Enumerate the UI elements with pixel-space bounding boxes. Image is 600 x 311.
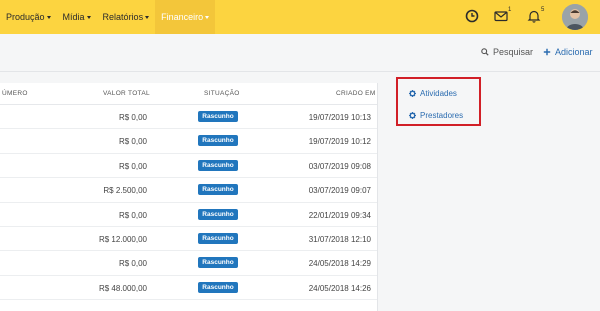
valor-total-cell: R$ 0,00 [118,210,147,220]
criado-em-cell: 19/07/2019 10:13 [308,113,371,122]
table-row[interactable]: R$ 0,00 Rascunho 22/01/2019 09:34 [0,203,377,227]
table-row[interactable]: R$ 2.500,00 Rascunho 03/07/2019 09:07 [0,178,377,203]
valor-total-cell: R$ 0,00 [118,259,147,269]
table-row[interactable]: R$ 0,00 Rascunho 24/05/2018 14:29 [0,251,377,276]
search-label: Pesquisar [493,47,534,57]
status-badge: Rascunho [198,111,238,122]
top-navbar: Produção Mídia Relatórios Financeiro 1 5 [0,0,600,34]
table-row[interactable]: R$ 48.000,00 Rascunho 24/05/2018 14:26 [0,276,377,301]
add-label: Adicionar [555,47,593,57]
nav-relatorios[interactable]: Relatórios [97,0,156,34]
search-button[interactable]: Pesquisar [481,47,533,57]
main-nav: Produção Mídia Relatórios Financeiro [0,0,216,34]
valor-total-cell: R$ 12.000,00 [98,234,147,244]
nav-label: Produção [6,12,45,22]
search-icon [481,48,489,56]
clock-icon [465,9,479,23]
envelope-icon [494,11,508,22]
criado-em-cell: 19/07/2019 10:12 [308,137,371,147]
nav-label: Relatórios [102,12,144,22]
caret-down-icon [205,15,210,19]
column-valor-total[interactable]: VALOR TOTAL [103,90,150,97]
nav-label: Financeiro [161,12,204,22]
plus-icon [543,48,551,56]
clock-button[interactable] [465,9,481,25]
caret-down-icon [46,15,51,19]
notifications-count: 5 [541,7,545,13]
criado-em-cell: 24/05/2018 14:29 [308,259,371,269]
criado-em-cell: 24/05/2018 14:26 [308,283,371,293]
messages-count: 1 [508,7,512,13]
status-badge: Rascunho [198,184,238,196]
criado-em-cell: 31/07/2018 12:10 [308,234,371,244]
table-header: ÚMERO VALOR TOTAL SITUAÇÃO CRIADO EM [0,83,377,105]
table-row[interactable]: R$ 0,00 Rascunho 19/07/2019 10:13 [0,105,377,130]
table-row[interactable]: R$ 0,00 Rascunho 19/07/2019 10:12 [0,129,377,154]
valor-total-cell: R$ 48.000,00 [98,283,147,293]
valor-total-cell: R$ 2.500,00 [103,186,147,196]
criado-em-cell: 03/07/2019 09:08 [308,161,371,171]
messages-button[interactable]: 1 [494,7,512,25]
user-photo-icon [562,4,588,30]
valor-total-cell: R$ 0,00 [118,161,147,171]
status-badge: Rascunho [198,257,238,269]
status-badge: Rascunho [198,135,238,147]
notifications-button[interactable]: 5 [527,7,545,25]
status-badge: Rascunho [198,208,238,220]
status-badge: Rascunho [198,281,238,293]
page-toolbar: Pesquisar Adicionar [0,34,600,72]
valor-total-cell: R$ 0,00 [118,113,147,122]
highlight-box [396,77,481,126]
column-numero[interactable]: ÚMERO [2,90,28,97]
table-row[interactable]: R$ 12.000,00 Rascunho 31/07/2018 12:10 [0,227,377,252]
nav-producao[interactable]: Produção [0,0,57,34]
table-row[interactable]: R$ 0,00 Rascunho 03/07/2019 09:08 [0,154,377,179]
caret-down-icon [145,15,150,19]
criado-em-cell: 03/07/2019 09:07 [308,186,371,196]
caret-down-icon [86,15,91,19]
add-button[interactable]: Adicionar [543,47,593,57]
nav-financeiro[interactable]: Financeiro [155,0,216,34]
status-badge: Rascunho [198,232,238,244]
nav-midia[interactable]: Mídia [57,0,97,34]
bell-icon [527,10,541,23]
column-situacao[interactable]: SITUAÇÃO [204,90,240,97]
nav-label: Mídia [62,12,85,22]
orders-table: ÚMERO VALOR TOTAL SITUAÇÃO CRIADO EM R$ … [0,83,378,311]
column-criado-em[interactable]: CRIADO EM [336,90,376,97]
criado-em-cell: 22/01/2019 09:34 [308,210,371,220]
valor-total-cell: R$ 0,00 [118,137,147,147]
user-avatar[interactable] [562,4,588,30]
status-badge: Rascunho [198,159,238,171]
